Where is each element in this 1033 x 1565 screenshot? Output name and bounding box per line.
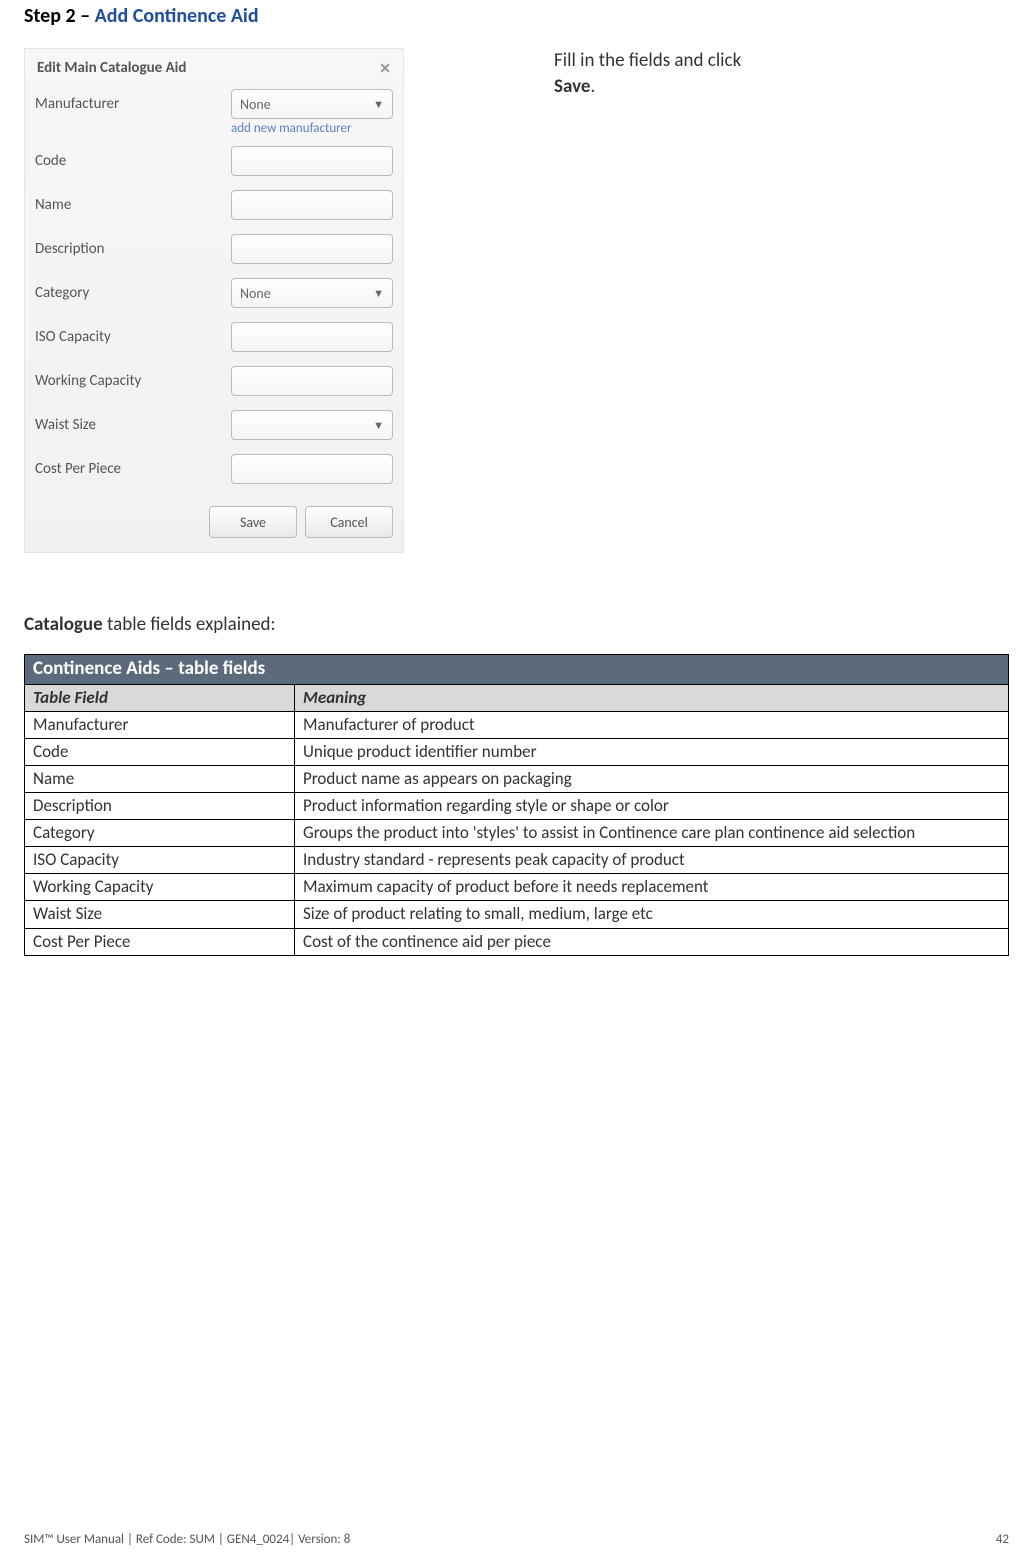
step-prefix: Step 2 <box>24 4 76 28</box>
table-row: Waist SizeSize of product relating to sm… <box>25 901 1009 928</box>
label-manufacturer: Manufacturer <box>35 95 231 113</box>
chevron-down-icon: ▼ <box>373 287 384 300</box>
table-row: CodeUnique product identifier number <box>25 738 1009 765</box>
waist-size-select[interactable]: ▼ <box>231 410 393 440</box>
save-button[interactable]: Save <box>209 506 297 538</box>
dialog-title-bar: Edit Main Catalogue Aid ✕ <box>25 49 403 85</box>
catalogue-intro-bold: Catalogue <box>24 613 103 636</box>
table-row: ManufacturerManufacturer of product <box>25 711 1009 738</box>
step-heading: Step 2 – Add Continence Aid <box>24 0 1009 28</box>
catalogue-intro-rest: table fields explained: <box>103 613 276 636</box>
manufacturer-select[interactable]: None ▼ <box>231 89 393 119</box>
cell-field: Waist Size <box>25 901 295 928</box>
label-cost: Cost Per Piece <box>35 460 231 478</box>
label-waist: Waist Size <box>35 416 231 434</box>
cell-field: Category <box>25 820 295 847</box>
table-row: NameProduct name as appears on packaging <box>25 765 1009 792</box>
category-select[interactable]: None ▼ <box>231 278 393 308</box>
cell-meaning: Unique product identifier number <box>295 738 1009 765</box>
cell-field: Working Capacity <box>25 874 295 901</box>
close-icon[interactable]: ✕ <box>379 61 391 75</box>
table-row: DescriptionProduct information regarding… <box>25 793 1009 820</box>
cost-per-piece-input[interactable] <box>231 454 393 484</box>
footer-page-number: 42 <box>996 1532 1009 1547</box>
cell-field: Code <box>25 738 295 765</box>
instruction-period: . <box>590 75 595 98</box>
code-input[interactable] <box>231 146 393 176</box>
manufacturer-select-value: None <box>240 96 271 113</box>
table-row: Cost Per PieceCost of the continence aid… <box>25 928 1009 955</box>
step-title: Add Continence Aid <box>95 4 259 28</box>
cell-meaning: Size of product relating to small, mediu… <box>295 901 1009 928</box>
cell-field: Description <box>25 793 295 820</box>
cancel-button[interactable]: Cancel <box>305 506 393 538</box>
step-sep: – <box>76 4 95 28</box>
cell-meaning: Cost of the continence aid per piece <box>295 928 1009 955</box>
table-row: Working CapacityMaximum capacity of prod… <box>25 874 1009 901</box>
cell-meaning: Product information regarding style or s… <box>295 793 1009 820</box>
instruction-save-word: Save <box>554 75 590 98</box>
table-row: CategoryGroups the product into 'styles'… <box>25 820 1009 847</box>
working-capacity-input[interactable] <box>231 366 393 396</box>
page-footer: SIM™ User Manual | Ref Code: SUM | GEN4_… <box>24 1532 1009 1547</box>
label-description: Description <box>35 240 231 258</box>
table-col1-header: Table Field <box>25 684 295 711</box>
dialog-title: Edit Main Catalogue Aid <box>37 59 186 77</box>
fields-table: Continence Aids – table fields Table Fie… <box>24 654 1009 956</box>
cell-field: Name <box>25 765 295 792</box>
cell-meaning: Manufacturer of product <box>295 711 1009 738</box>
cell-meaning: Industry standard - represents peak capa… <box>295 847 1009 874</box>
cell-meaning: Product name as appears on packaging <box>295 765 1009 792</box>
cell-meaning: Maximum capacity of product before it ne… <box>295 874 1009 901</box>
label-working: Working Capacity <box>35 372 231 390</box>
instruction-line1: Fill in the fields and click <box>554 49 741 72</box>
add-new-manufacturer-link[interactable]: add new manufacturer <box>231 121 352 136</box>
cell-field: Manufacturer <box>25 711 295 738</box>
catalogue-intro: Catalogue table fields explained: <box>24 613 1009 636</box>
footer-left: SIM™ User Manual | Ref Code: SUM | GEN4_… <box>24 1532 350 1547</box>
cell-field: Cost Per Piece <box>25 928 295 955</box>
description-input[interactable] <box>231 234 393 264</box>
edit-catalogue-dialog: Edit Main Catalogue Aid ✕ Manufacturer N… <box>24 48 404 553</box>
cell-field: ISO Capacity <box>25 847 295 874</box>
cell-meaning: Groups the product into 'styles' to assi… <box>295 820 1009 847</box>
iso-capacity-input[interactable] <box>231 322 393 352</box>
table-col2-header: Meaning <box>295 684 1009 711</box>
label-name: Name <box>35 196 231 214</box>
chevron-down-icon: ▼ <box>373 98 384 111</box>
label-iso: ISO Capacity <box>35 328 231 346</box>
chevron-down-icon: ▼ <box>373 419 384 432</box>
table-row: ISO CapacityIndustry standard - represen… <box>25 847 1009 874</box>
name-input[interactable] <box>231 190 393 220</box>
category-select-value: None <box>240 285 271 302</box>
label-code: Code <box>35 152 231 170</box>
instruction-text: Fill in the fields and click Save. <box>554 48 741 99</box>
table-title: Continence Aids – table fields <box>25 655 1009 685</box>
label-category: Category <box>35 284 231 302</box>
